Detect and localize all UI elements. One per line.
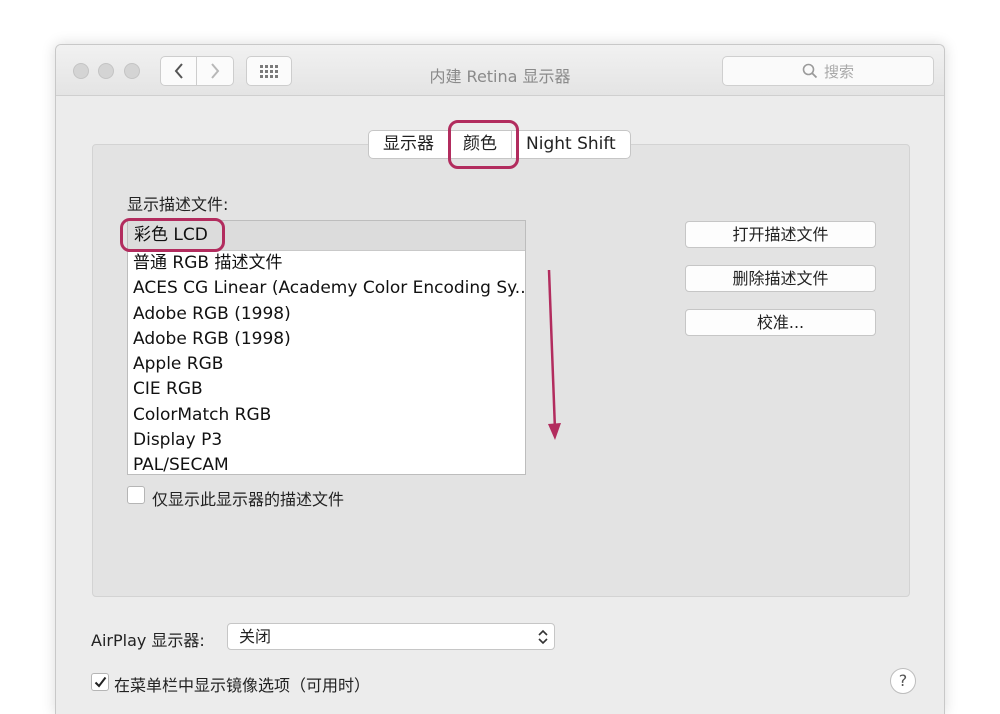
list-item[interactable]: Adobe RGB (1998) (128, 302, 525, 327)
open-profile-button[interactable]: 打开描述文件 (685, 221, 876, 248)
airplay-label: AirPlay 显示器: (91, 631, 205, 650)
list-item[interactable]: ACES CG Linear (Academy Color Encoding S… (128, 276, 525, 301)
title-bar: 内建 Retina 显示器 搜索 (56, 45, 944, 96)
only-this-display-checkbox[interactable] (127, 486, 145, 504)
tab-display[interactable]: 显示器 (369, 131, 448, 158)
scroll-down-arrow-annotation (547, 269, 561, 440)
list-item[interactable]: Display P3 (128, 428, 525, 453)
mirroring-label: 在菜单栏中显示镜像选项（可用时） (114, 676, 371, 695)
list-item[interactable]: 普通 RGB 描述文件 (128, 251, 525, 276)
tab-night-shift[interactable]: Night Shift (511, 131, 630, 158)
only-this-display-label: 仅显示此显示器的描述文件 (152, 490, 345, 509)
list-item[interactable]: ColorMatch RGB (128, 403, 525, 428)
list-item[interactable]: Adobe RGB (1998) (128, 327, 525, 352)
search-icon (802, 63, 818, 79)
chevron-updown-icon (538, 629, 548, 645)
search-placeholder: 搜索 (823, 62, 854, 81)
profiles-heading: 显示描述文件: (127, 195, 229, 214)
airplay-selected-value: 关闭 (239, 627, 272, 646)
color-tab-annotation-ring (448, 120, 519, 169)
search-field[interactable]: 搜索 (722, 56, 934, 86)
list-item[interactable]: Apple RGB (128, 352, 525, 377)
list-item[interactable]: CIE RGB (128, 377, 525, 402)
help-button[interactable]: ? (890, 668, 916, 694)
list-item[interactable]: PAL/SECAM (128, 453, 525, 474)
mirroring-checkbox[interactable] (91, 673, 109, 691)
selected-profile-annotation-ring (120, 218, 225, 252)
checkmark-icon (94, 676, 106, 688)
airplay-select[interactable]: 关闭 (227, 623, 555, 650)
profile-list[interactable]: 彩色 LCD 普通 RGB 描述文件 ACES CG Linear (Acade… (127, 220, 526, 475)
calibrate-button[interactable]: 校准... (685, 309, 876, 336)
system-preferences-window: 内建 Retina 显示器 搜索 显示器 颜色 Night Shift 显示描述… (55, 44, 945, 714)
delete-profile-button[interactable]: 删除描述文件 (685, 265, 876, 292)
